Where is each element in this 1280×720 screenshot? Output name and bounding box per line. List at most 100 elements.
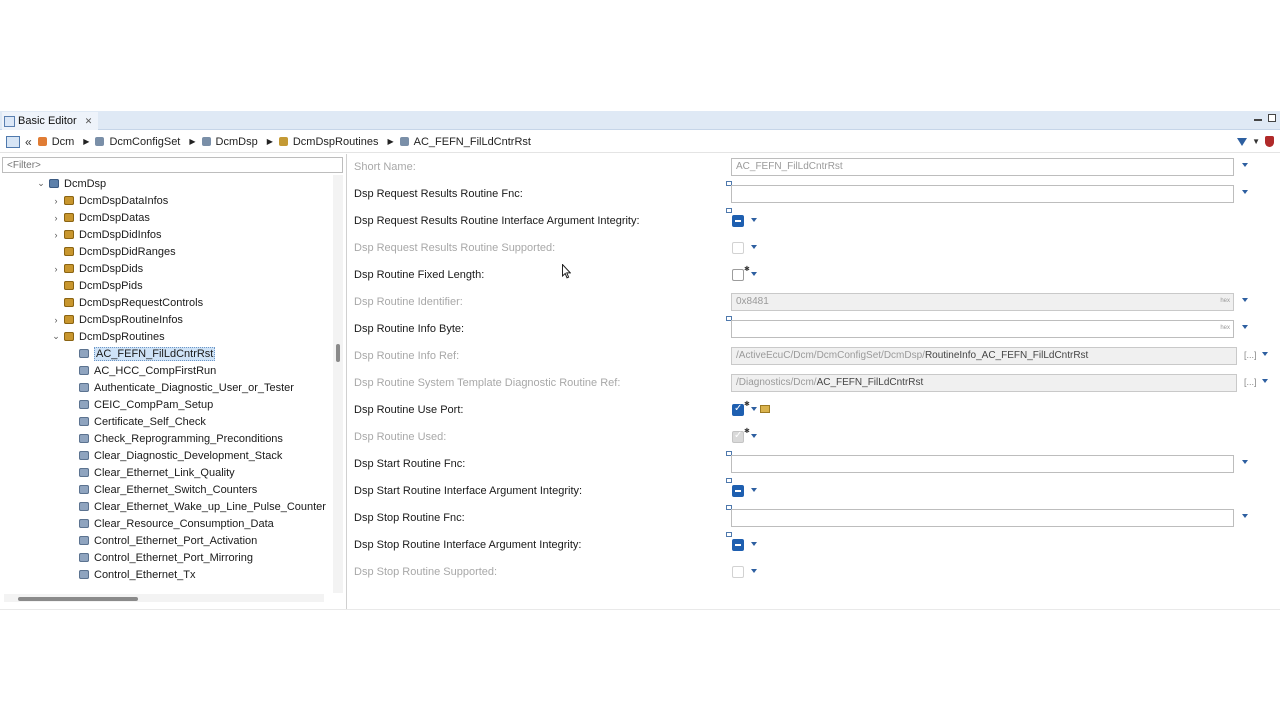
stop-fnc-field[interactable]	[731, 509, 1234, 527]
hex-badge: hex	[1220, 325, 1230, 331]
tree-item[interactable]: › DcmDspDidInfos	[51, 226, 162, 243]
request-results-fnc-field[interactable]	[731, 185, 1234, 203]
chevron-down-icon[interactable]	[751, 488, 757, 492]
system-template-ref-label: Dsp Routine System Template Diagnostic R…	[354, 377, 621, 389]
tree-item[interactable]: Clear_Ethernet_Wake_up_Line_Pulse_Counte…	[66, 498, 326, 515]
tree-item[interactable]: Clear_Ethernet_Switch_Counters	[66, 481, 257, 498]
request-results-supported-label: Dsp Request Results Routine Supported:	[354, 242, 556, 254]
tree-vertical-scrollbar[interactable]	[333, 175, 343, 593]
basic-editor-view: Basic Editor ✕ « Dcm ▶ DcmConfigSet ▶ Dc…	[0, 111, 1280, 609]
tree-item[interactable]: DcmDspPids	[51, 277, 143, 294]
breadcrumb-item-dcmconfigset[interactable]: DcmConfigSet ▶	[95, 136, 196, 148]
fixed-length-checkbox[interactable]	[732, 269, 744, 281]
chevron-down-icon[interactable]	[1242, 514, 1248, 518]
browse-button[interactable]: [...]	[1244, 377, 1257, 387]
chevron-right-icon[interactable]: ›	[51, 264, 61, 274]
tree-item[interactable]: › DcmDspDids	[51, 260, 144, 277]
breadcrumb-item-current[interactable]: AC_FEFN_FilLdCntrRst	[399, 136, 531, 148]
filter-icon[interactable]	[1237, 137, 1248, 146]
fixed-length-label: Dsp Routine Fixed Length:	[354, 269, 485, 281]
chevron-down-icon[interactable]: ▼	[1252, 137, 1260, 146]
chevron-right-icon[interactable]: ›	[51, 196, 61, 206]
tree-item[interactable]: CEIC_CompPam_Setup	[66, 396, 213, 413]
tree-item[interactable]: Control_Ethernet_Tx	[66, 566, 196, 583]
chevron-right-icon[interactable]: ›	[51, 315, 61, 325]
row-request-results-fnc: Dsp Request Results Routine Fnc:	[348, 181, 1280, 208]
chevron-down-icon[interactable]	[1262, 352, 1268, 356]
port-icon[interactable]	[760, 405, 770, 413]
chevron-down-icon[interactable]	[1242, 460, 1248, 464]
tree-item[interactable]: DcmDspRequestControls	[51, 294, 203, 311]
tree-item[interactable]: Check_Reprogramming_Preconditions	[66, 430, 283, 447]
info-ref-field[interactable]: /ActiveEcuC/Dcm/DcmConfigSet/DcmDsp/Rout…	[731, 347, 1237, 365]
chevron-down-icon[interactable]	[751, 272, 757, 276]
breadcrumb-item-dcmdsproutines[interactable]: DcmDspRoutines ▶	[278, 136, 394, 148]
shield-icon[interactable]	[1265, 136, 1274, 147]
tree-item[interactable]: Clear_Diagnostic_Development_Stack	[66, 447, 282, 464]
filter-input[interactable]	[2, 157, 343, 173]
tree-item[interactable]: Clear_Resource_Consumption_Data	[66, 515, 274, 532]
breadcrumb-item-dcmdsp[interactable]: DcmDsp ▶	[201, 136, 273, 148]
tree-item[interactable]: Certificate_Self_Check	[66, 413, 206, 430]
short-name-field[interactable]: AC_FEFN_FilLdCntrRst	[731, 158, 1234, 176]
chevron-down-icon[interactable]	[1242, 325, 1248, 329]
chevron-down-icon[interactable]	[1262, 379, 1268, 383]
row-info-ref: Dsp Routine Info Ref: /ActiveEcuC/Dcm/Dc…	[348, 343, 1280, 370]
editor-tab-bar: Basic Editor ✕	[0, 111, 1280, 130]
chevron-down-icon[interactable]: ⌄	[51, 331, 61, 342]
tree-item-dcmdsp[interactable]: ⌄ DcmDsp	[36, 175, 106, 192]
chevron-right-icon[interactable]: ›	[51, 213, 61, 223]
tree-item[interactable]: Control_Ethernet_Port_Activation	[66, 532, 257, 549]
request-results-iface-checkbox[interactable]	[732, 215, 744, 227]
breadcrumb: « Dcm ▶ DcmConfigSet ▶ DcmDsp ▶ DcmDspRo…	[0, 131, 1280, 153]
stop-iface-label: Dsp Stop Routine Interface Argument Inte…	[354, 539, 582, 551]
chevron-down-icon[interactable]: ⌄	[36, 178, 46, 189]
use-port-checkbox[interactable]	[732, 403, 744, 416]
tree-item[interactable]: › DcmDspDataInfos	[51, 192, 169, 209]
chevron-down-icon[interactable]	[1242, 298, 1248, 302]
tree-item[interactable]: Control_Ethernet_Port_Mirroring	[66, 549, 253, 566]
start-fnc-field[interactable]	[731, 455, 1234, 473]
chevron-right-icon[interactable]: ›	[51, 230, 61, 240]
tree-item[interactable]: DcmDspDidRanges	[51, 243, 176, 260]
start-iface-checkbox[interactable]	[732, 485, 744, 497]
tree-item[interactable]: › DcmDspRoutineInfos	[51, 311, 183, 328]
back-icon[interactable]: «	[25, 135, 32, 149]
scrollbar-thumb[interactable]	[18, 597, 138, 601]
tree-item[interactable]: AC_HCC_CompFirstRun	[66, 362, 216, 379]
breadcrumb-item-dcm[interactable]: Dcm ▶	[37, 136, 89, 148]
tree-item-selected[interactable]: AC_FEFN_FilLdCntrRst	[66, 345, 216, 362]
used-checkbox[interactable]	[732, 430, 744, 443]
maximize-icon[interactable]	[1268, 114, 1276, 122]
stop-iface-checkbox[interactable]	[732, 539, 744, 551]
browse-button[interactable]: [...]	[1244, 350, 1257, 360]
request-results-supported-checkbox[interactable]	[732, 242, 744, 254]
chevron-right-icon: ▶	[189, 137, 196, 146]
chevron-down-icon[interactable]	[751, 569, 757, 573]
info-byte-field[interactable]: hex	[731, 320, 1234, 338]
close-icon[interactable]: ✕	[85, 116, 93, 127]
mouse-cursor-icon	[562, 264, 571, 279]
minimize-icon[interactable]	[1254, 119, 1262, 121]
identifier-field[interactable]: 0x8481 hex	[731, 293, 1234, 311]
container-icon	[79, 451, 89, 460]
chevron-down-icon[interactable]	[751, 542, 757, 546]
container-icon	[79, 485, 89, 494]
chevron-down-icon[interactable]	[751, 407, 757, 411]
chevron-down-icon[interactable]	[1242, 163, 1248, 167]
tree-item[interactable]: Authenticate_Diagnostic_User_or_Tester	[66, 379, 294, 396]
show-in-tree-icon[interactable]	[6, 135, 20, 148]
chevron-down-icon[interactable]	[751, 218, 757, 222]
tree-item[interactable]: Clear_Ethernet_Link_Quality	[66, 464, 235, 481]
chevron-down-icon[interactable]	[751, 245, 757, 249]
tree-item[interactable]: › DcmDspDatas	[51, 209, 150, 226]
request-results-fnc-label: Dsp Request Results Routine Fnc:	[354, 188, 523, 200]
tree-item-dcmdsproutines[interactable]: ⌄ DcmDspRoutines	[51, 328, 164, 345]
chevron-down-icon[interactable]	[1242, 190, 1248, 194]
chevron-down-icon[interactable]	[751, 434, 757, 438]
tab-basic-editor[interactable]: Basic Editor ✕	[2, 112, 99, 130]
system-template-ref-field[interactable]: /Diagnostics/Dcm/AC_FEFN_FilLdCntrRst	[731, 374, 1237, 392]
scrollbar-thumb[interactable]	[336, 344, 340, 362]
link-icon	[726, 478, 732, 483]
stop-supported-checkbox[interactable]	[732, 566, 744, 578]
